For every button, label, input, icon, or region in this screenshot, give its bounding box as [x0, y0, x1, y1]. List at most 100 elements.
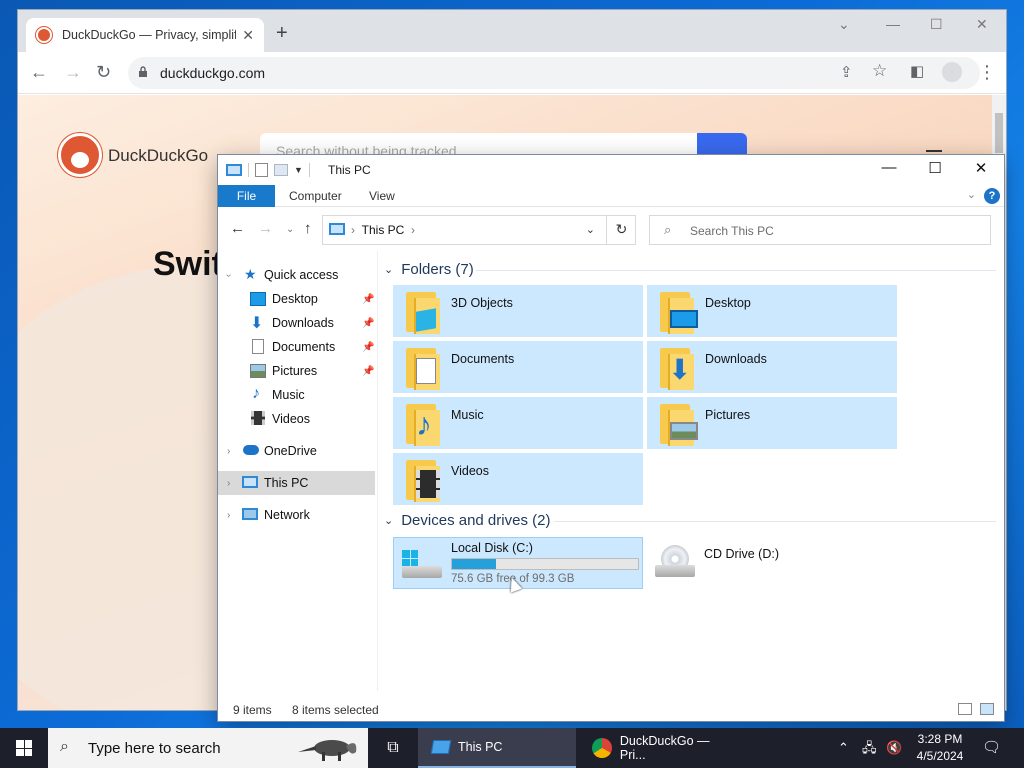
sidebar-item-label: Quick access	[264, 268, 339, 282]
item-count: 9 items	[233, 703, 272, 717]
notifications-icon[interactable]: 🗨	[982, 728, 1001, 768]
folder-tile-music[interactable]: ♪ Music	[393, 397, 643, 449]
large-icons-view-icon[interactable]	[980, 703, 994, 715]
explorer-minimize-button[interactable]: —	[866, 159, 912, 176]
sidebar-item-desktop[interactable]: Desktop 📌	[218, 287, 375, 311]
up-arrow-icon[interactable]: ↑	[304, 220, 312, 237]
chrome-maximize-button[interactable]: ☐	[930, 16, 943, 33]
search-input[interactable]: ⌕ Search This PC	[649, 215, 991, 245]
drive-label: CD Drive (D:)	[704, 547, 779, 561]
customize-toolbar-chevron-icon[interactable]: ▼	[294, 165, 303, 175]
address-history-chevron-icon[interactable]: ⌄	[586, 223, 595, 236]
drive-tile-cd-drive-d[interactable]: CD Drive (D:)	[647, 537, 897, 589]
sidebar-item-label: OneDrive	[264, 444, 317, 458]
forward-arrow-icon[interactable]: →	[258, 220, 273, 237]
side-panel-icon[interactable]: ◧	[910, 62, 924, 80]
duckduckgo-logo-icon[interactable]	[58, 133, 102, 177]
taskbar-search-box[interactable]: ⌕ Type here to search	[48, 728, 368, 768]
clock-date: 4/5/2024	[916, 749, 964, 763]
volume-muted-icon[interactable]: 🔇	[886, 728, 902, 768]
expand-chevron-icon[interactable]: ›	[227, 510, 230, 521]
folder-tile-pictures[interactable]: Pictures	[647, 397, 897, 449]
windows-logo-icon	[16, 740, 32, 756]
sidebar-item-downloads[interactable]: ⬇ Downloads 📌	[218, 311, 375, 335]
chrome-tab-duckduckgo[interactable]: DuckDuckGo — Privacy, simplified ✕	[26, 18, 264, 52]
folder-tile-desktop[interactable]: Desktop	[647, 285, 897, 337]
details-view-icon[interactable]	[958, 703, 972, 715]
ribbon-tab-file[interactable]: File	[218, 185, 275, 207]
ribbon-tab-computer[interactable]: Computer	[289, 189, 342, 203]
help-icon[interactable]: ?	[984, 188, 1000, 204]
collapse-chevron-icon[interactable]: ⌄	[384, 514, 393, 527]
pin-icon: 📌	[362, 365, 375, 377]
bookmark-star-icon[interactable]: ☆	[872, 61, 887, 81]
group-title: Devices and drives (2)	[401, 512, 551, 529]
ribbon-tab-view[interactable]: View	[369, 189, 395, 203]
profile-avatar-icon[interactable]	[942, 62, 962, 82]
sidebar-item-music[interactable]: ♪ Music	[218, 383, 375, 407]
sidebar-item-videos[interactable]: Videos	[218, 407, 375, 431]
show-hidden-icons-chevron-icon[interactable]: ⌃	[838, 728, 849, 768]
ribbon-tabs: File Computer View ⌄ ?	[218, 185, 1004, 207]
chrome-close-button[interactable]: ✕	[976, 16, 988, 33]
taskbar-app-file-explorer[interactable]: This PC	[418, 728, 576, 768]
drives-group-header[interactable]: ⌄ Devices and drives (2)	[384, 512, 550, 529]
recent-locations-chevron-icon[interactable]: ⌄	[286, 224, 294, 235]
sidebar-item-onedrive[interactable]: › OneDrive	[218, 439, 375, 463]
task-view-icon[interactable]: ⧉	[378, 728, 408, 768]
network-status-icon[interactable]: 🖧	[862, 728, 877, 768]
sidebar-item-this-pc[interactable]: › This PC	[218, 471, 375, 495]
tab-search-chevron-icon[interactable]: ⌄	[838, 16, 850, 33]
back-arrow-icon[interactable]: ←	[230, 220, 245, 237]
music-icon: ♪	[416, 406, 432, 442]
drive-usage-bar	[451, 558, 639, 570]
chrome-minimize-button[interactable]: —	[886, 16, 900, 32]
this-pc-icon	[226, 164, 242, 176]
tile-label: Downloads	[705, 352, 767, 366]
refresh-icon[interactable]: ↻	[606, 215, 636, 245]
folder-tile-downloads[interactable]: ⬇ Downloads	[647, 341, 897, 393]
taskbar-app-chrome[interactable]: DuckDuckGo — Pri...	[580, 728, 738, 768]
forward-arrow-icon[interactable]: →	[64, 62, 82, 83]
more-menu-icon[interactable]: ⋮	[978, 62, 996, 83]
tab-close-icon[interactable]: ✕	[242, 27, 254, 44]
clock[interactable]: 3:28 PM 4/5/2024	[905, 731, 975, 765]
sidebar-item-quick-access[interactable]: › ★ Quick access	[218, 263, 375, 287]
star-icon: ★	[244, 266, 257, 282]
back-arrow-icon[interactable]: ←	[30, 62, 48, 83]
address-bar[interactable]: duckduckgo.com ⇪ ☆	[128, 57, 980, 89]
cd-drive-icon	[655, 565, 695, 577]
group-title: Folders (7)	[401, 261, 474, 278]
picture-icon	[250, 364, 266, 378]
folder-tile-videos[interactable]: Videos	[393, 453, 643, 505]
collapse-chevron-icon[interactable]: ⌄	[384, 263, 393, 276]
breadcrumb[interactable]: › This PC ›	[351, 223, 415, 237]
start-button[interactable]	[0, 728, 48, 768]
this-pc-icon	[430, 740, 452, 754]
sidebar-item-label: Pictures	[272, 364, 318, 378]
expand-chevron-icon[interactable]: ›	[227, 478, 230, 489]
explorer-close-button[interactable]: ✕	[958, 159, 1004, 177]
expand-chevron-icon[interactable]: ›	[223, 273, 234, 276]
selection-count: 8 items selected	[292, 703, 379, 717]
new-folder-icon[interactable]	[274, 164, 288, 176]
address-bar[interactable]: › This PC › ⌄	[322, 215, 636, 245]
sidebar-item-pictures[interactable]: Pictures 📌	[218, 359, 375, 383]
group-divider	[554, 521, 996, 522]
explorer-maximize-button[interactable]: ☐	[912, 159, 958, 177]
new-tab-button[interactable]: +	[276, 22, 288, 45]
scrollbar-thumb[interactable]	[995, 113, 1003, 153]
expand-chevron-icon[interactable]: ›	[227, 446, 230, 457]
expand-ribbon-chevron-icon[interactable]: ⌄	[967, 188, 976, 201]
properties-icon[interactable]	[255, 163, 268, 177]
pin-icon: 📌	[362, 341, 375, 353]
sidebar-item-label: Downloads	[272, 316, 334, 330]
folder-tile-documents[interactable]: Documents	[393, 341, 643, 393]
share-icon[interactable]: ⇪	[840, 63, 853, 81]
folder-tile-3d-objects[interactable]: 3D Objects	[393, 285, 643, 337]
sidebar-item-network[interactable]: › Network	[218, 503, 375, 527]
sidebar-item-documents[interactable]: Documents 📌	[218, 335, 375, 359]
tile-label: Pictures	[705, 408, 751, 422]
reload-icon[interactable]: ↻	[96, 62, 111, 83]
folders-group-header[interactable]: ⌄ Folders (7)	[384, 261, 474, 278]
